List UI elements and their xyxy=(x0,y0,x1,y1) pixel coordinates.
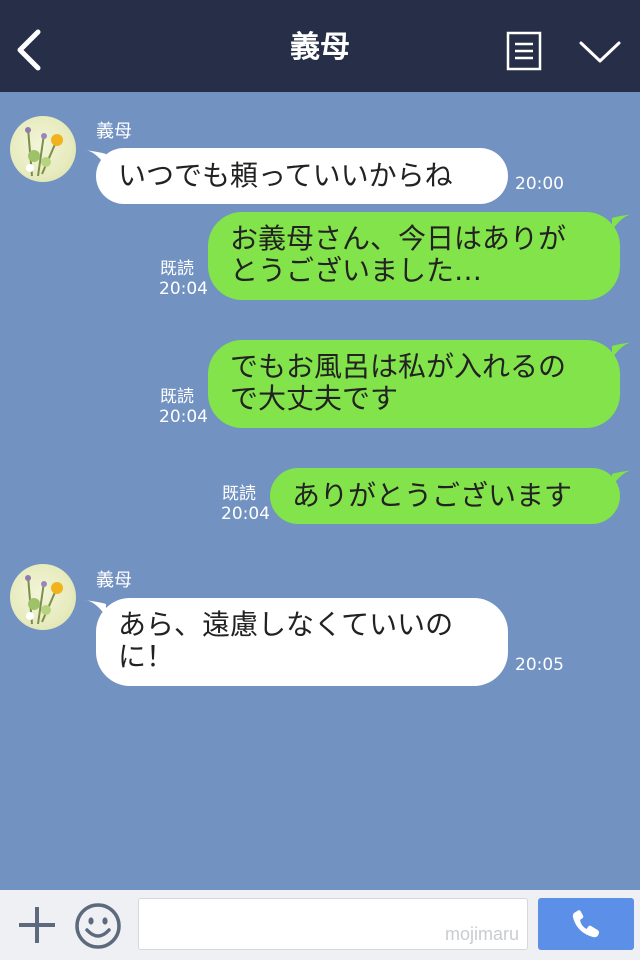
emoji-icon[interactable] xyxy=(74,902,122,950)
bubble-tail xyxy=(84,600,106,616)
memo-icon[interactable] xyxy=(506,31,542,71)
watermark: mojimaru xyxy=(444,924,519,944)
bubble-tail xyxy=(612,470,634,486)
message-time: 20:04 xyxy=(159,279,208,299)
sender-name: 義母 xyxy=(96,570,132,591)
message-bubble-incoming[interactable]: あら、遠慮しなくていいの に！ xyxy=(84,598,508,686)
message-time: 20:00 xyxy=(515,174,564,194)
message-time: 20:04 xyxy=(159,407,208,427)
message-time: 20:04 xyxy=(221,504,270,524)
chat-title: 義母 xyxy=(290,30,350,65)
chat-area[interactable]: 義母 いつでも頼っていいからね 20:00 お義母さん、今日はありが とうござい… xyxy=(0,92,640,890)
message-text-line: お義母さん、今日はありが xyxy=(230,222,567,255)
message-text: ありがとうございます xyxy=(292,479,573,512)
call-button[interactable] xyxy=(538,898,634,950)
flower-icon xyxy=(25,127,63,177)
message-time: 20:05 xyxy=(515,655,564,675)
plus-icon[interactable] xyxy=(16,904,58,946)
avatar[interactable] xyxy=(10,564,76,630)
avatar[interactable] xyxy=(10,116,76,182)
read-receipt: 既読 xyxy=(160,259,194,279)
chat-header: 義母 xyxy=(0,0,640,92)
phone-icon xyxy=(572,910,600,938)
message-text-line: あら、遠慮しなくていいの xyxy=(118,608,454,641)
bubble-tail xyxy=(612,342,634,358)
message-text-line: とうございました… xyxy=(230,254,483,287)
flower-icon xyxy=(25,575,63,625)
chevron-down-icon[interactable] xyxy=(578,38,622,66)
message-text-line: でもお風呂は私が入れるの xyxy=(230,350,567,383)
message-bubble-outgoing[interactable]: ありがとうございます xyxy=(270,468,634,524)
read-receipt: 既読 xyxy=(222,484,256,504)
read-receipt: 既読 xyxy=(160,387,194,407)
sender-name: 義母 xyxy=(96,121,132,142)
message-text-line: で大丈夫です xyxy=(230,382,399,415)
message-text: いつでも頼っていいからね xyxy=(118,159,453,192)
message-bubble-outgoing[interactable]: お義母さん、今日はありが とうございました… xyxy=(208,212,634,300)
message-bubble-outgoing[interactable]: でもお風呂は私が入れるの で大丈夫です xyxy=(208,340,634,428)
message-input[interactable]: mojimaru xyxy=(138,898,528,950)
bubble-tail xyxy=(612,214,634,230)
bubble-tail xyxy=(84,150,106,166)
message-text-line: に！ xyxy=(118,640,175,673)
message-bubble-incoming[interactable]: いつでも頼っていいからね xyxy=(84,148,508,204)
